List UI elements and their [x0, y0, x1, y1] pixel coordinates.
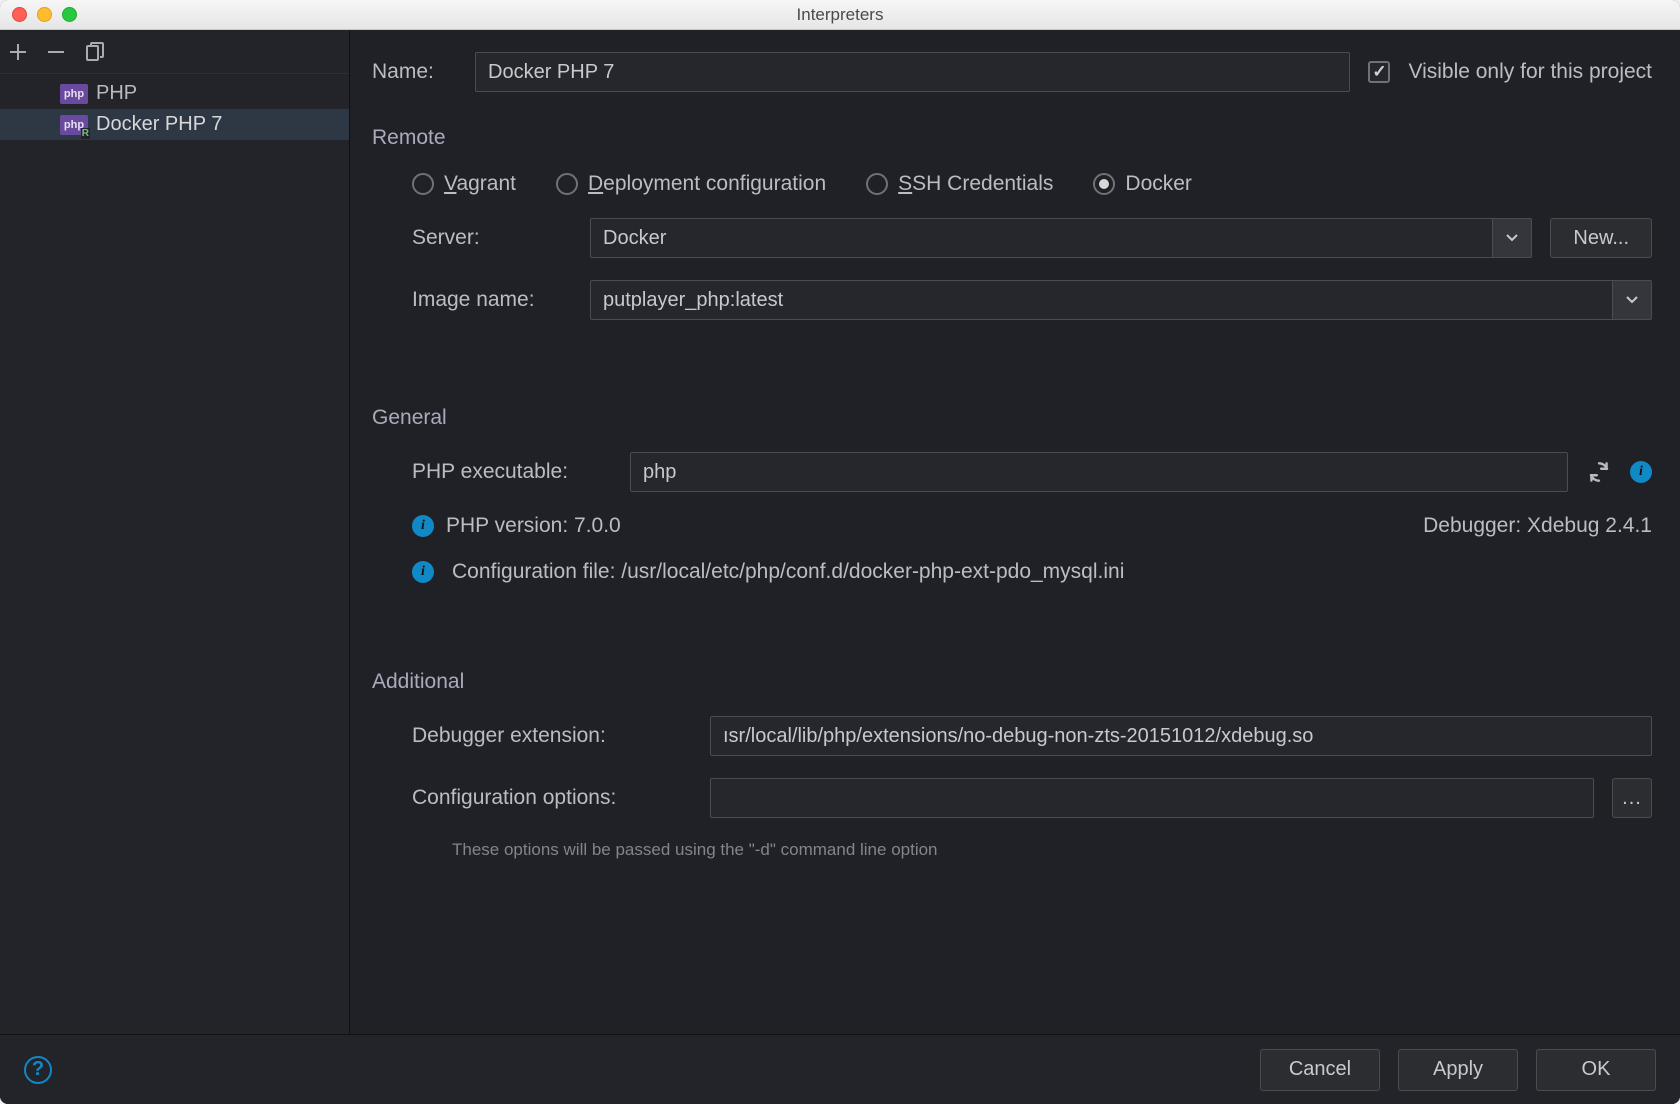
- radio-docker[interactable]: Docker: [1093, 172, 1192, 196]
- interpreters-dialog: Interpreters php PHP: [0, 0, 1680, 1104]
- cancel-button[interactable]: Cancel: [1260, 1049, 1380, 1091]
- radio-icon: [556, 173, 578, 195]
- debugger-info: Debugger: Xdebug 2.4.1: [1423, 514, 1652, 538]
- refresh-icon[interactable]: [1586, 459, 1612, 485]
- radio-icon: [866, 173, 888, 195]
- ok-button[interactable]: OK: [1536, 1049, 1656, 1091]
- remote-type-radios: Vagrant Deployment configuration SSH Cre…: [412, 172, 1652, 196]
- radio-ssh[interactable]: SSH Credentials: [866, 172, 1053, 196]
- image-label: Image name:: [412, 288, 572, 312]
- name-field[interactable]: [475, 52, 1350, 92]
- info-icon[interactable]: i: [1630, 461, 1652, 483]
- apply-button[interactable]: Apply: [1398, 1049, 1518, 1091]
- visible-only-project-label: Visible only for this project: [1408, 60, 1652, 84]
- remove-icon[interactable]: [46, 42, 66, 62]
- radio-label: Docker: [1125, 172, 1192, 196]
- config-options-hint: These options will be passed using the "…: [412, 840, 1652, 860]
- additional-section-title: Additional: [372, 670, 1652, 694]
- config-file-row: i Configuration file: /usr/local/etc/php…: [412, 560, 1652, 584]
- radio-icon: [412, 173, 434, 195]
- radio-label: Deployment configuration: [588, 172, 826, 196]
- chevron-down-icon[interactable]: [1612, 280, 1652, 320]
- config-options-browse-button[interactable]: ...: [1612, 778, 1652, 818]
- new-server-button[interactable]: New...: [1550, 218, 1652, 258]
- image-row: Image name:: [412, 280, 1652, 320]
- server-field[interactable]: [590, 218, 1492, 258]
- image-combo[interactable]: [590, 280, 1652, 320]
- info-icon: i: [412, 561, 434, 583]
- server-row: Server: New...: [412, 218, 1652, 258]
- config-file-label: Configuration file: /usr/local/etc/php/c…: [452, 560, 1124, 584]
- list-item[interactable]: php PHP: [0, 78, 349, 109]
- general-section-title: General: [372, 406, 1652, 430]
- remote-section-title: Remote: [372, 126, 1652, 150]
- radio-label: Vagrant: [444, 172, 516, 196]
- image-field[interactable]: [590, 280, 1612, 320]
- sidebar: php PHP phpR Docker PHP 7: [0, 30, 350, 1034]
- radio-icon: [1093, 173, 1115, 195]
- list-item-label: Docker PHP 7: [96, 113, 222, 136]
- interpreter-list: php PHP phpR Docker PHP 7: [0, 74, 349, 1034]
- config-options-label: Configuration options:: [412, 786, 692, 810]
- info-icon: i: [412, 515, 434, 537]
- server-combo[interactable]: [590, 218, 1532, 258]
- php-icon: php: [60, 84, 88, 104]
- version-row: i PHP version: 7.0.0 Debugger: Xdebug 2.…: [412, 514, 1652, 538]
- visible-only-project-checkbox[interactable]: [1368, 61, 1390, 83]
- add-icon[interactable]: [8, 42, 28, 62]
- help-icon[interactable]: ?: [24, 1056, 52, 1084]
- sidebar-toolbar: [0, 30, 349, 74]
- list-item-label: PHP: [96, 82, 137, 105]
- debugger-ext-row: Debugger extension:: [412, 716, 1652, 756]
- window-title: Interpreters: [0, 5, 1680, 25]
- server-label: Server:: [412, 226, 572, 250]
- list-item[interactable]: phpR Docker PHP 7: [0, 109, 349, 140]
- executable-field[interactable]: [630, 452, 1568, 492]
- main-panel: Name: Visible only for this project Remo…: [350, 30, 1680, 1034]
- radio-vagrant[interactable]: Vagrant: [412, 172, 516, 196]
- titlebar: Interpreters: [0, 0, 1680, 30]
- debugger-ext-label: Debugger extension:: [412, 724, 692, 748]
- debugger-ext-field[interactable]: [710, 716, 1652, 756]
- php-remote-icon: phpR: [60, 115, 88, 135]
- php-version-label: PHP version: 7.0.0: [446, 514, 621, 538]
- executable-row: PHP executable: i: [412, 452, 1652, 492]
- dialog-footer: ? Cancel Apply OK: [0, 1034, 1680, 1104]
- name-row: Name: Visible only for this project: [372, 52, 1652, 92]
- config-options-row: Configuration options: ...: [412, 778, 1652, 818]
- radio-deployment[interactable]: Deployment configuration: [556, 172, 826, 196]
- name-label: Name:: [372, 60, 457, 84]
- config-options-field[interactable]: [710, 778, 1594, 818]
- radio-label: SSH Credentials: [898, 172, 1053, 196]
- chevron-down-icon[interactable]: [1492, 218, 1532, 258]
- copy-icon[interactable]: [84, 41, 106, 63]
- executable-label: PHP executable:: [412, 460, 612, 484]
